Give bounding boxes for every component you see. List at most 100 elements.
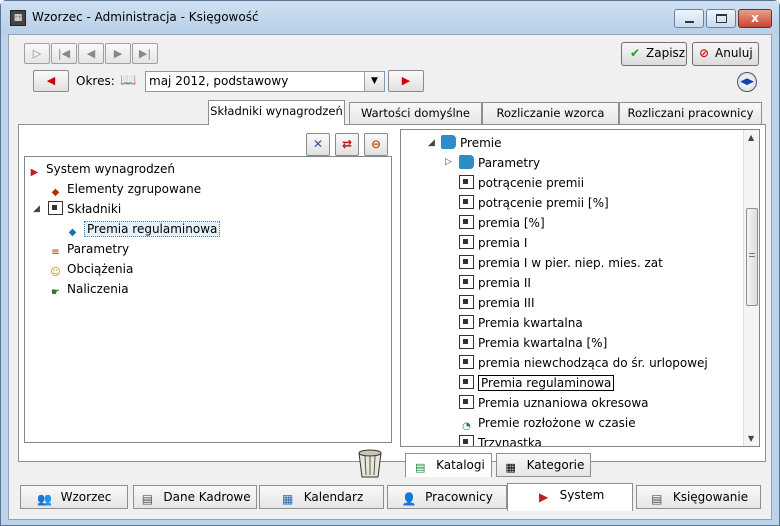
chevron-down-icon[interactable]: ▼ [364,72,384,91]
list-item[interactable]: premia III [459,294,534,312]
list-item[interactable]: premia I w pier. niep. mies. zat [459,254,663,272]
tab-label: Pracownicy [425,490,493,504]
tree-item-label: Trzynastka [478,436,542,447]
book-icon [441,135,456,149]
group-elements-icon: ◆ [51,187,60,198]
list-item[interactable]: premia II [459,274,531,292]
next-record-icon[interactable]: ▶ [105,43,131,64]
list-item[interactable]: premia I [459,234,527,252]
component-icon [459,235,474,249]
system-icon: ▶ [30,167,39,178]
tab-label: Katalogi [436,458,485,472]
diamond-icon: ◆ [68,227,77,238]
scroll-down-icon[interactable]: ▼ [748,434,754,443]
catalog-tree-icon: ▤ [414,461,426,474]
list-item[interactable]: Premia uznaniowa okresowa [459,394,649,412]
scroll-up-icon[interactable]: ▲ [748,133,754,142]
tab-kalendarz[interactable]: ▦ Kalendarz [259,485,384,509]
period-select[interactable]: maj 2012, podstawowy ▼ [145,71,385,92]
tree-item-premia-regulaminowa[interactable]: ◆ Premia regulaminowa [65,220,221,238]
tab-label: Kalendarz [303,490,364,504]
tree-item-label: Parametry [67,242,130,256]
tree-item-label: premia [%] [478,216,545,230]
list-item[interactable]: potrącenie premii [459,174,584,192]
tab-dane-kadrowe[interactable]: ▤ Dane Kadrowe [133,485,257,509]
client-area: ▷ |◀ ◀ ▶ ▶| ✔ Zapisz ⊘ Anuluj ◀ Okres: 📖 m… [8,34,772,520]
tree-item-label: premia I [478,236,528,250]
tree-item-label: Premia regulaminowa [478,375,615,391]
tab-rozliczanie-wzorca[interactable]: Rozliczanie wzorca [482,102,619,124]
trash-icon[interactable] [354,445,386,479]
remove-icon[interactable]: ⊖ [364,133,388,156]
move-icon[interactable]: ⇄ [335,133,359,156]
list-item[interactable]: potrącenie premii [%] [459,194,609,212]
list-item[interactable]: ◔ Premie rozłożone w czasie [459,414,636,432]
save-button[interactable]: ✔ Zapisz [621,42,687,66]
tab-wzorzec[interactable]: 👥 Wzorzec [20,485,128,509]
first-record-icon[interactable]: |◀ [51,43,77,64]
tree-item-elementy[interactable]: ◆ Elementy zgrupowane [48,180,202,198]
list-item[interactable]: premia niewchodząca do śr. urlopowej [459,354,708,372]
tree-item-label: Naliczenia [67,282,129,296]
right-tree[interactable]: ◢ Premie ▷ Parametry potrącenie premii p… [400,129,760,447]
cancel-label: Anuluj [715,46,753,60]
tree-item-label: Obciążenia [67,262,134,276]
list-item[interactable]: Premia kwartalna [%] [459,334,607,352]
new-record-icon[interactable]: ▷ [24,43,50,64]
tools-icon[interactable]: ✕ [306,133,330,156]
tab-rozliczani-pracownicy[interactable]: Rozliczani pracownicy [619,102,762,124]
list-item[interactable]: Trzynastka [459,434,542,447]
tab-pracownicy[interactable]: 👤 Pracownicy [387,485,507,509]
cancel-icon: ⊘ [698,46,710,60]
tree-item-label: Premia kwartalna [%] [478,336,608,350]
list-item[interactable]: premia [%] [459,214,545,232]
tree-item-label: Premia regulaminowa [84,221,221,237]
collapse-triangle-icon[interactable]: ◢ [428,138,435,148]
tree-item-obciazenia[interactable]: ☺ Obciążenia [48,260,133,278]
component-icon [459,255,474,269]
cancel-button[interactable]: ⊘ Anuluj [692,42,759,66]
next-period-button[interactable]: ▶ [388,70,424,92]
scrollbar-thumb[interactable] [746,208,758,306]
tab-skladniki-wynagrodzen[interactable]: Składniki wynagrodzeń [208,100,345,125]
previous-record-icon[interactable]: ◀ [78,43,104,64]
vertical-scrollbar[interactable]: ▲ ▼ [743,130,759,446]
tree-item-label: Składniki [67,202,122,216]
app-window: ▦ Wzorzec - Administracja - Księgowość x… [0,0,780,526]
title-bar: ▦ Wzorzec - Administracja - Księgowość x [1,1,779,34]
tab-kategorie[interactable]: ▦ Kategorie [496,453,591,477]
tree-item-skladniki[interactable]: Składniki [48,200,121,218]
maximize-button[interactable] [706,9,736,28]
component-icon [48,201,63,215]
tab-wartosci-domyslne[interactable]: Wartości domyślne [349,102,482,124]
tab-system[interactable]: ▶ System [507,483,633,511]
left-tree[interactable]: ▶ System wynagrodzeń ◆ Elementy zgrupowane… [24,156,392,443]
calendar-book-icon[interactable]: 📖 [120,73,136,88]
component-icon [459,435,474,446]
last-record-icon[interactable]: ▶| [132,43,158,64]
tree-item-label: potrącenie premii [%] [478,196,609,210]
tab-label: Kategorie [526,458,585,472]
tab-katalogi[interactable]: ▤ Katalogi [405,453,492,477]
collapse-triangle-icon[interactable]: ◢ [33,204,40,214]
minimize-button[interactable] [674,9,704,28]
tree-item-system[interactable]: ▶ System wynagrodzeń [27,160,175,178]
previous-period-button[interactable]: ◀ [33,70,69,92]
tree-item-parametry[interactable]: ≡ Parametry [48,240,129,258]
component-icon [459,275,474,289]
close-button[interactable]: x [738,9,772,28]
component-icon [459,355,474,369]
tree-item-label: premia III [478,296,535,310]
list-item[interactable]: Premia kwartalna [459,314,583,332]
parameters-icon: ≡ [51,247,60,258]
tree-item-naliczenia[interactable]: ☛ Naliczenia [48,280,129,298]
tab-ksiegowanie[interactable]: ▤ Księgowanie [636,485,761,509]
tree-item-label: premia I w pier. niep. mies. zat [478,256,663,270]
switch-arrows-icon[interactable]: ◀▶ [737,72,757,92]
tree-item-parametry[interactable]: Parametry [459,154,540,172]
tree-item-premie[interactable]: Premie [441,134,501,152]
tree-item-label: potrącenie premii [478,176,585,190]
list-item-selected[interactable]: Premia regulaminowa [459,374,615,392]
tab-label: System [559,488,605,502]
expand-triangle-icon[interactable]: ▷ [445,157,452,167]
